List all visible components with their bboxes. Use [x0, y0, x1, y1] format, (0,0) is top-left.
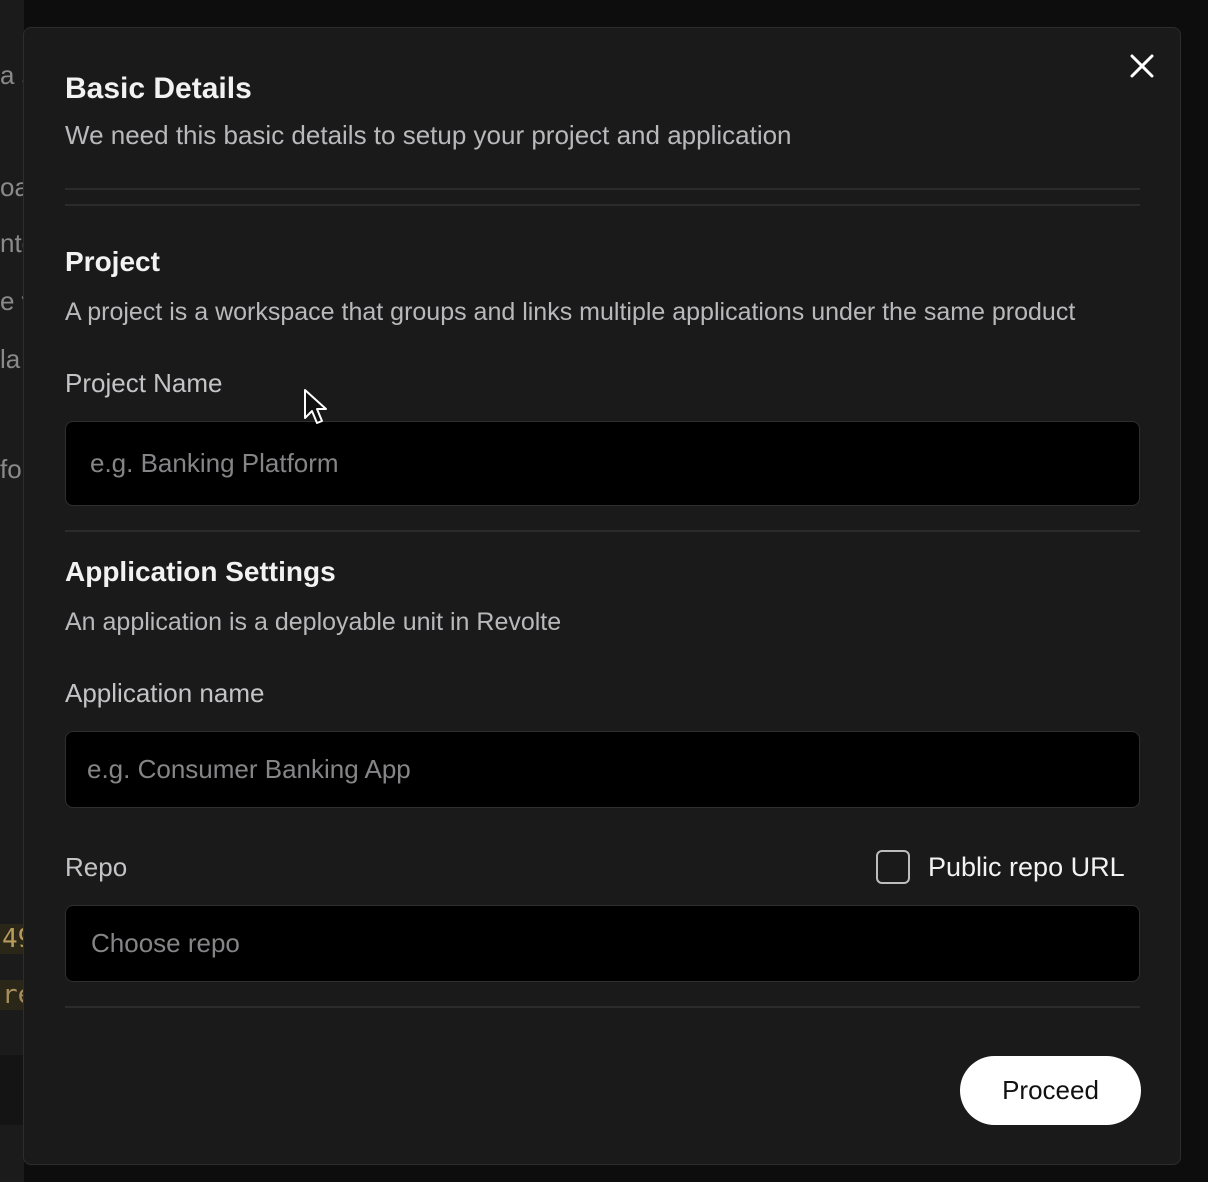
background-text: oar	[0, 172, 24, 202]
background-code: 49	[0, 924, 24, 954]
divider	[65, 188, 1140, 190]
background-text: nte	[0, 228, 24, 258]
project-section-description: A project is a workspace that groups and…	[65, 298, 1076, 326]
mouse-pointer-icon	[304, 389, 327, 424]
project-name-label: Project Name	[65, 368, 223, 398]
repo-label: Repo	[65, 852, 128, 882]
background-text: e v	[0, 286, 24, 316]
application-section-title: Application Settings	[65, 556, 336, 587]
background-text: la	[0, 344, 21, 374]
public-repo-checkbox-row[interactable]: Public repo URL	[876, 848, 1125, 886]
divider	[65, 530, 1140, 532]
background-code: re	[0, 980, 24, 1010]
divider	[65, 1006, 1140, 1008]
background-text: a s	[0, 60, 24, 90]
project-name-input[interactable]	[65, 421, 1140, 506]
repo-select[interactable]: Choose repo	[65, 905, 1140, 982]
basic-details-modal: Basic Details We need this basic details…	[23, 27, 1181, 1165]
repo-select-placeholder: Choose repo	[91, 928, 240, 958]
close-icon	[1130, 54, 1154, 78]
background-block	[0, 1055, 24, 1125]
background-text: fo	[0, 454, 22, 484]
divider	[65, 204, 1140, 206]
application-name-input[interactable]	[65, 731, 1140, 808]
public-repo-checkbox-label: Public repo URL	[928, 851, 1125, 882]
modal-subtitle: We need this basic details to setup your…	[65, 120, 792, 150]
application-name-label: Application name	[65, 678, 265, 708]
application-section-description: An application is a deployable unit in R…	[65, 608, 562, 636]
modal-title: Basic Details	[65, 72, 252, 105]
background-page-fragment: a s oar nte e v la fo 49 re	[0, 0, 24, 1182]
public-repo-checkbox[interactable]	[876, 850, 910, 884]
project-section-title: Project	[65, 246, 160, 277]
proceed-button[interactable]: Proceed	[960, 1056, 1141, 1125]
close-button[interactable]	[1126, 50, 1158, 82]
